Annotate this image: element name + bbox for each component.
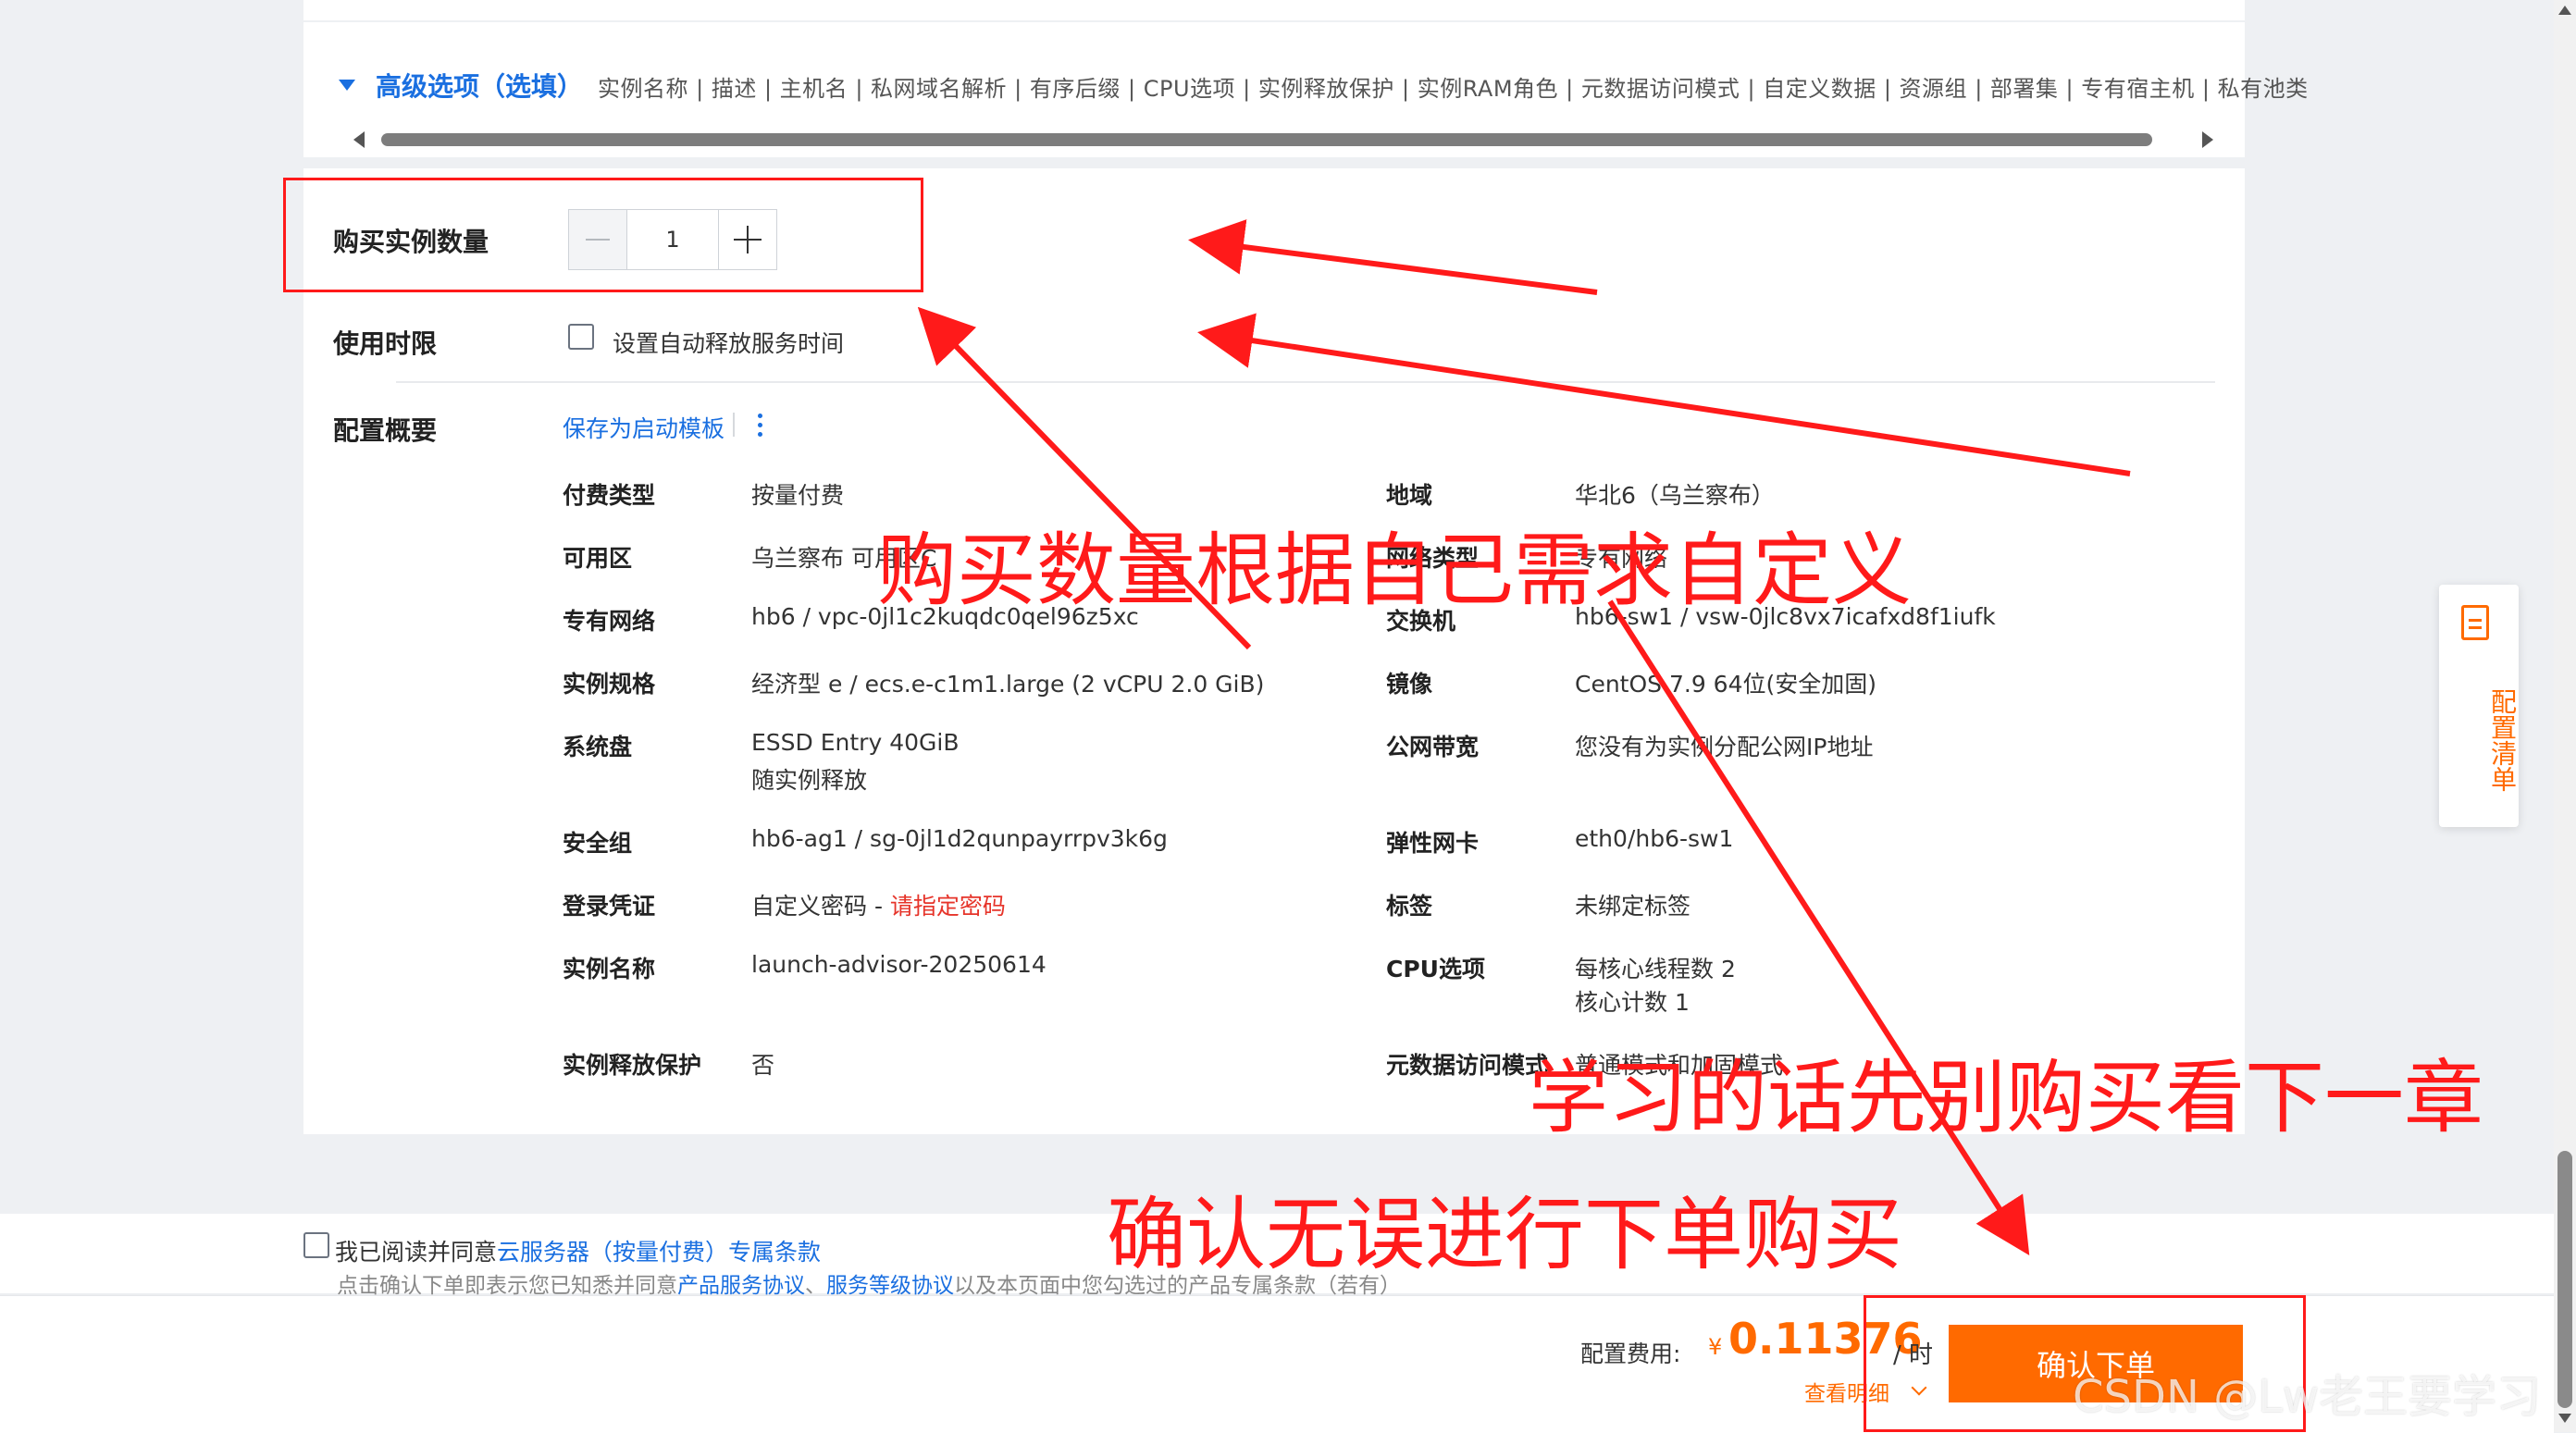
arrow-to-duration xyxy=(1197,313,2131,476)
annotation-text: 购买数量根据自己需求自定义 xyxy=(877,525,1912,617)
arrow-to-order xyxy=(1607,599,2030,1256)
annotation-text: 学习的话先别购买看下一章 xyxy=(1529,1052,2483,1144)
annotation-text: 确认无误进行下单购买 xyxy=(1107,1189,1902,1281)
arrow-to-quantity xyxy=(1188,219,1598,295)
watermark: CSDN @Lw老王要学习 xyxy=(2073,1371,2542,1423)
